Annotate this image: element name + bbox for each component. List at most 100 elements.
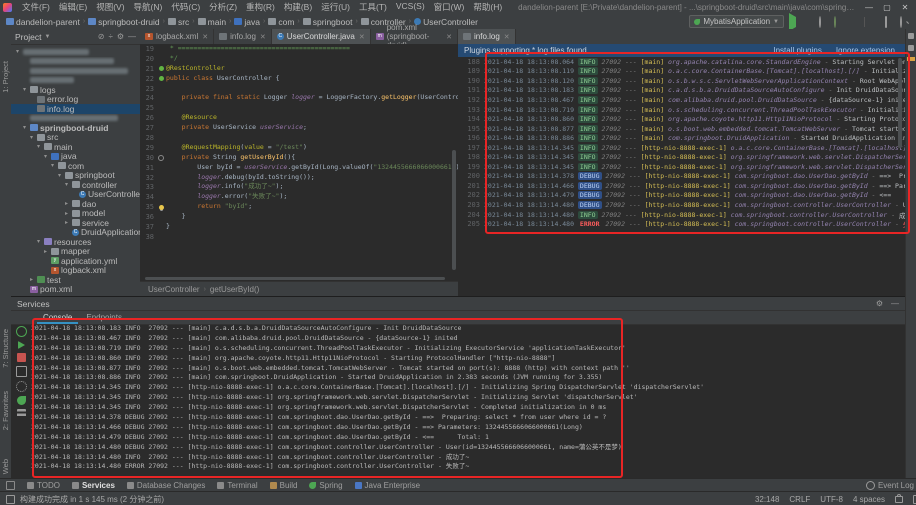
code-editor[interactable]: 19 * ===================================… [140, 44, 458, 277]
tree-toggle-icon[interactable]: ▾ [42, 153, 49, 160]
debug-button[interactable] [804, 17, 814, 27]
stop-icon[interactable] [17, 353, 26, 362]
spring-bean-icon[interactable] [159, 76, 164, 81]
tree-toggle-icon[interactable]: ▾ [21, 86, 28, 93]
tree-toggle-icon[interactable]: ▾ [21, 124, 28, 131]
tree-item-java[interactable]: ▾java [11, 152, 140, 162]
log-file-viewer[interactable]: 1882021-04-18 18:13:08.064 INFO 27092 --… [458, 57, 905, 296]
editor-vertical-scrollbar[interactable] [452, 150, 456, 270]
breadcrumb-class[interactable]: UserController [148, 285, 200, 294]
spring-bean-icon[interactable] [159, 66, 164, 71]
breadcrumb-item[interactable]: java [234, 17, 260, 27]
tree-toggle-icon[interactable]: ▸ [63, 210, 70, 217]
tree-item-usercontroller[interactable]: CUserController [11, 190, 140, 200]
breadcrumb-item[interactable]: com [268, 17, 294, 27]
editor-tab[interactable]: info.log✕ [458, 29, 516, 44]
tool-stripe-favorites[interactable]: 2: Favorites [1, 391, 10, 430]
bean-gutter-icon[interactable] [156, 76, 166, 81]
build-status-message[interactable]: 构建成功完成 in 1 s 145 ms (2 分钟之前) [20, 494, 164, 505]
menu-item[interactable]: 工具(T) [355, 1, 391, 13]
toolwindow-button-build[interactable]: Build [270, 481, 298, 490]
ignore-extension-link[interactable]: Ignore extension [836, 46, 895, 55]
breadcrumb-item[interactable]: dandelion-parent [6, 17, 80, 27]
menu-item[interactable]: VCS(S) [392, 1, 429, 13]
stop-button[interactable] [849, 17, 859, 27]
coverage-button[interactable] [819, 17, 829, 27]
settings-icon[interactable]: ⚙ [876, 299, 883, 308]
spring-icon[interactable] [17, 396, 26, 405]
restore-layout-icon[interactable] [885, 17, 895, 27]
tree-item-error-log[interactable]: error.log [11, 95, 140, 105]
tree-item-logs[interactable]: ▾logs [11, 85, 140, 95]
menu-item[interactable]: 运行(U) [317, 1, 354, 13]
collapse-all-icon[interactable]: ÷ [108, 32, 112, 41]
intention-bulb-icon[interactable] [159, 205, 164, 210]
menu-item[interactable]: 帮助(H) [469, 1, 506, 13]
close-tab-icon[interactable]: ✕ [504, 33, 510, 41]
tree-item-logback-xml[interactable]: xlogback.xml [11, 266, 140, 276]
tree-item-test[interactable]: ▸test [11, 275, 140, 285]
bulb-gutter-icon[interactable] [156, 205, 166, 210]
terminal-icon[interactable] [6, 495, 15, 504]
play-icon[interactable] [18, 341, 25, 349]
breadcrumb-item[interactable]: src [168, 17, 189, 27]
bean-gutter-icon[interactable] [156, 66, 166, 71]
gear-icon[interactable] [16, 381, 27, 392]
tree-toggle-icon[interactable]: ▸ [42, 248, 49, 255]
minimize-button[interactable]: — [860, 3, 878, 12]
log-vertical-scrollbar[interactable] [898, 58, 902, 148]
breadcrumb-item[interactable]: springboot-druid [88, 17, 159, 27]
tree-item-pom-xml[interactable]: mpom.xml [11, 285, 140, 295]
close-tab-icon[interactable]: ✕ [359, 33, 365, 41]
tree-item-dao[interactable]: ▸dao [11, 199, 140, 209]
lock-icon[interactable] [895, 496, 903, 503]
search-everywhere-icon[interactable] [900, 17, 910, 27]
tree-item[interactable] [11, 76, 140, 86]
menu-item[interactable]: 编辑(E) [55, 1, 91, 13]
hide-panel-icon[interactable]: — [128, 32, 136, 41]
tree-item-application-yml[interactable]: yapplication.yml [11, 256, 140, 266]
toolwindow-button-services[interactable]: Services [72, 481, 115, 490]
tree-toggle-icon[interactable]: ▸ [63, 219, 70, 226]
close-tab-icon[interactable]: ✕ [202, 33, 208, 41]
tree-toggle-icon[interactable]: ▾ [14, 48, 21, 55]
stripe-icon[interactable] [908, 33, 914, 39]
tool-stripe-structure[interactable]: 7: Structure [1, 329, 10, 368]
hide-panel-icon[interactable]: — [891, 299, 899, 308]
line-endings[interactable]: CRLF [789, 495, 810, 504]
tree-item-info-log[interactable]: info.log [11, 104, 140, 114]
tree-item-model[interactable]: ▸model [11, 209, 140, 219]
toolwindow-button-todo[interactable]: TODO [27, 481, 60, 490]
services-tab-endpoints[interactable]: Endpoints [80, 311, 128, 324]
menu-item[interactable]: 代码(C) [167, 1, 204, 13]
run-console[interactable]: 2021-04-18 18:13:08.183 INFO 27092 --- [… [31, 324, 903, 477]
tree-item-springboot[interactable]: ▾springboot [11, 171, 140, 181]
close-tab-icon[interactable]: ✕ [260, 33, 266, 41]
maximize-button[interactable]: ▢ [878, 3, 896, 12]
toolwindow-button-database-changes[interactable]: Database Changes [127, 481, 206, 490]
menu-item[interactable]: 窗口(W) [430, 1, 469, 13]
breadcrumb-item[interactable]: main [198, 17, 226, 27]
menu-item[interactable]: 构建(B) [280, 1, 316, 13]
tree-toggle-icon[interactable]: ▾ [35, 143, 42, 150]
tree-item[interactable] [11, 57, 140, 67]
editor-tab[interactable]: mpom.xml (springboot-druid)✕ [371, 29, 458, 44]
caret-position[interactable]: 32:148 [755, 495, 779, 504]
tree-item-controller[interactable]: ▾controller [11, 180, 140, 190]
tool-stripe-web[interactable]: Web [1, 459, 10, 474]
tool-stripe-project[interactable]: 1: Project [1, 61, 10, 93]
editor-tab[interactable]: info.log✕ [214, 29, 272, 44]
event-log-button[interactable]: Event Log [866, 481, 916, 490]
box-icon[interactable] [16, 366, 27, 377]
close-button[interactable]: ✕ [896, 3, 914, 12]
run-gutter-icon[interactable] [156, 155, 166, 161]
tree-item-service[interactable]: ▸service [11, 218, 140, 228]
tree-item-druidapplication[interactable]: CDruidApplication [11, 228, 140, 238]
tree-toggle-icon[interactable]: ▾ [35, 238, 42, 245]
locate-file-icon[interactable]: ⊘ [98, 32, 105, 41]
breadcrumb-item[interactable]: springboot [303, 17, 353, 27]
project-panel-title[interactable]: Project [15, 32, 41, 42]
tree-toggle-icon[interactable]: ▾ [63, 181, 70, 188]
run-button[interactable] [789, 17, 799, 27]
tree-item-springboot-druid[interactable]: ▾springboot-druid [11, 123, 140, 133]
